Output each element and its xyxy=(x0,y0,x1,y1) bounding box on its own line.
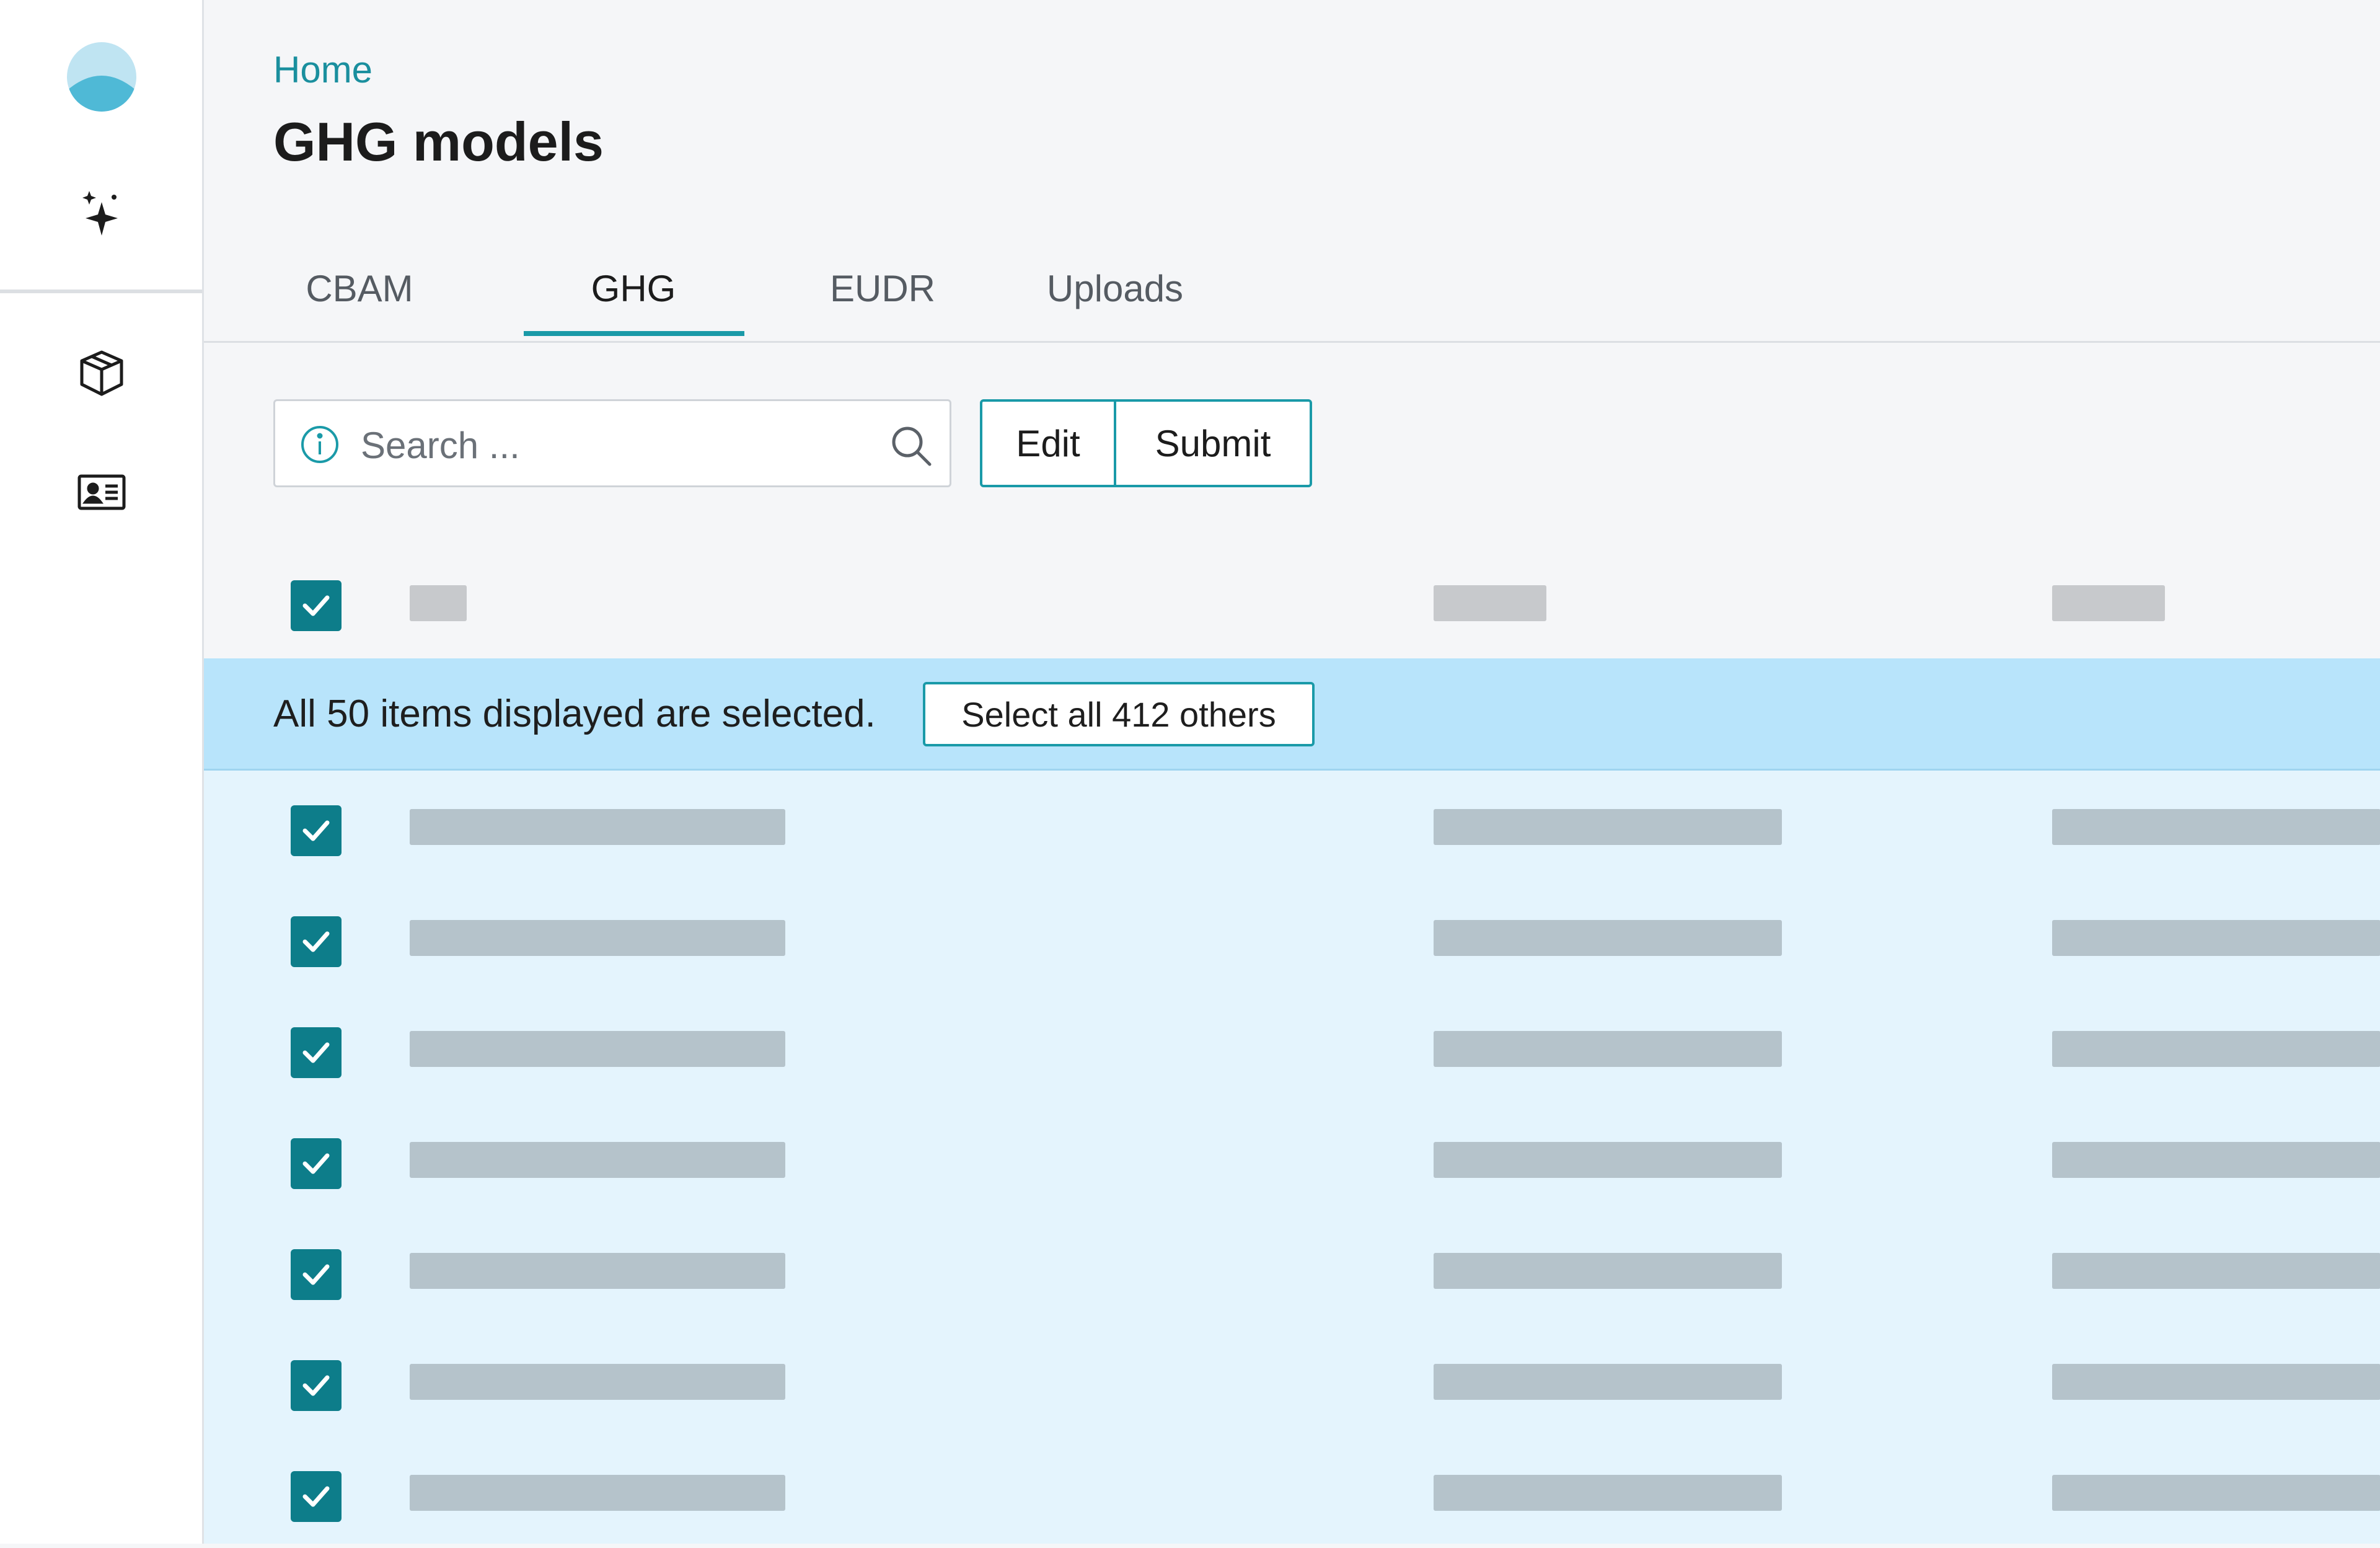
checkmark-icon xyxy=(302,1375,330,1396)
cell-placeholder xyxy=(2052,920,2380,956)
column-header-placeholder xyxy=(1434,585,1546,621)
selection-banner: All 50 items displayed are selected. Sel… xyxy=(204,658,2380,771)
cell-placeholder xyxy=(1434,1475,1782,1511)
active-tab-indicator xyxy=(524,331,744,336)
breadcrumb-home[interactable]: Home xyxy=(273,48,372,91)
sidebar-divider xyxy=(0,290,202,293)
checkmark-icon xyxy=(302,1264,330,1285)
sparkle-icon[interactable] xyxy=(67,179,136,248)
cell-placeholder xyxy=(2052,1475,2380,1511)
cell-placeholder xyxy=(1434,809,1782,845)
cell-placeholder xyxy=(2052,1031,2380,1067)
submit-button[interactable]: Submit xyxy=(1116,402,1310,485)
cell-placeholder xyxy=(410,1142,785,1178)
cell-placeholder xyxy=(2052,1364,2380,1400)
cell-placeholder xyxy=(2052,1253,2380,1289)
main-content: Home GHG models CBAM GHG EUDR Uploads Ed… xyxy=(204,0,2380,1544)
info-icon[interactable] xyxy=(300,425,340,464)
tab-ghg[interactable]: GHG xyxy=(524,236,743,341)
table-row[interactable] xyxy=(204,771,2380,882)
table-row[interactable] xyxy=(204,993,2380,1104)
cell-placeholder xyxy=(410,1364,785,1400)
checkmark-icon xyxy=(302,820,330,841)
search-box[interactable] xyxy=(273,399,951,487)
table-body xyxy=(204,771,2380,1544)
checkmark-icon xyxy=(302,1042,330,1063)
row-checkbox[interactable] xyxy=(291,1249,342,1300)
logo-icon[interactable] xyxy=(67,42,136,112)
select-all-checkbox[interactable] xyxy=(291,580,342,631)
column-header-placeholder xyxy=(2052,585,2165,621)
row-checkbox[interactable] xyxy=(291,916,342,967)
action-button-group: Edit Submit xyxy=(980,399,1312,487)
cell-placeholder xyxy=(2052,1142,2380,1178)
contact-card-icon[interactable] xyxy=(67,458,136,527)
checkmark-icon xyxy=(302,1486,330,1507)
tab-uploads[interactable]: Uploads xyxy=(1003,236,1227,341)
table-header xyxy=(204,546,2380,657)
cell-placeholder xyxy=(1434,1253,1782,1289)
checkmark-icon xyxy=(302,931,330,952)
cell-placeholder xyxy=(410,1253,785,1289)
search-input[interactable] xyxy=(359,414,833,477)
row-checkbox[interactable] xyxy=(291,805,342,856)
table-row[interactable] xyxy=(204,1325,2380,1437)
tab-bar: CBAM GHG EUDR Uploads xyxy=(204,236,2380,343)
cell-placeholder xyxy=(1434,920,1782,956)
cell-placeholder xyxy=(1434,1364,1782,1400)
row-checkbox[interactable] xyxy=(291,1471,342,1522)
edit-button[interactable]: Edit xyxy=(982,402,1116,485)
table-row[interactable] xyxy=(204,1214,2380,1326)
table-row[interactable] xyxy=(204,882,2380,993)
table-row[interactable] xyxy=(204,1436,2380,1548)
tab-cbam[interactable]: CBAM xyxy=(288,236,431,341)
selection-message: All 50 items displayed are selected. xyxy=(273,692,876,735)
cell-placeholder xyxy=(1434,1142,1782,1178)
page-title: GHG models xyxy=(273,111,604,172)
cell-placeholder xyxy=(2052,809,2380,845)
row-checkbox[interactable] xyxy=(291,1138,342,1189)
row-checkbox[interactable] xyxy=(291,1027,342,1078)
package-icon[interactable] xyxy=(67,338,136,408)
table-row[interactable] xyxy=(204,1104,2380,1215)
search-icon[interactable] xyxy=(889,423,933,468)
checkmark-icon xyxy=(302,595,330,616)
cell-placeholder xyxy=(410,1475,785,1511)
tab-eudr[interactable]: EUDR xyxy=(780,236,985,341)
select-all-others-button[interactable]: Select all 412 others xyxy=(923,682,1315,746)
sidebar xyxy=(0,0,204,1544)
cell-placeholder xyxy=(410,920,785,956)
cell-placeholder xyxy=(1434,1031,1782,1067)
row-checkbox[interactable] xyxy=(291,1360,342,1411)
cell-placeholder xyxy=(410,1031,785,1067)
checkmark-icon xyxy=(302,1153,330,1174)
cell-placeholder xyxy=(410,809,785,845)
column-header-placeholder xyxy=(410,585,467,621)
